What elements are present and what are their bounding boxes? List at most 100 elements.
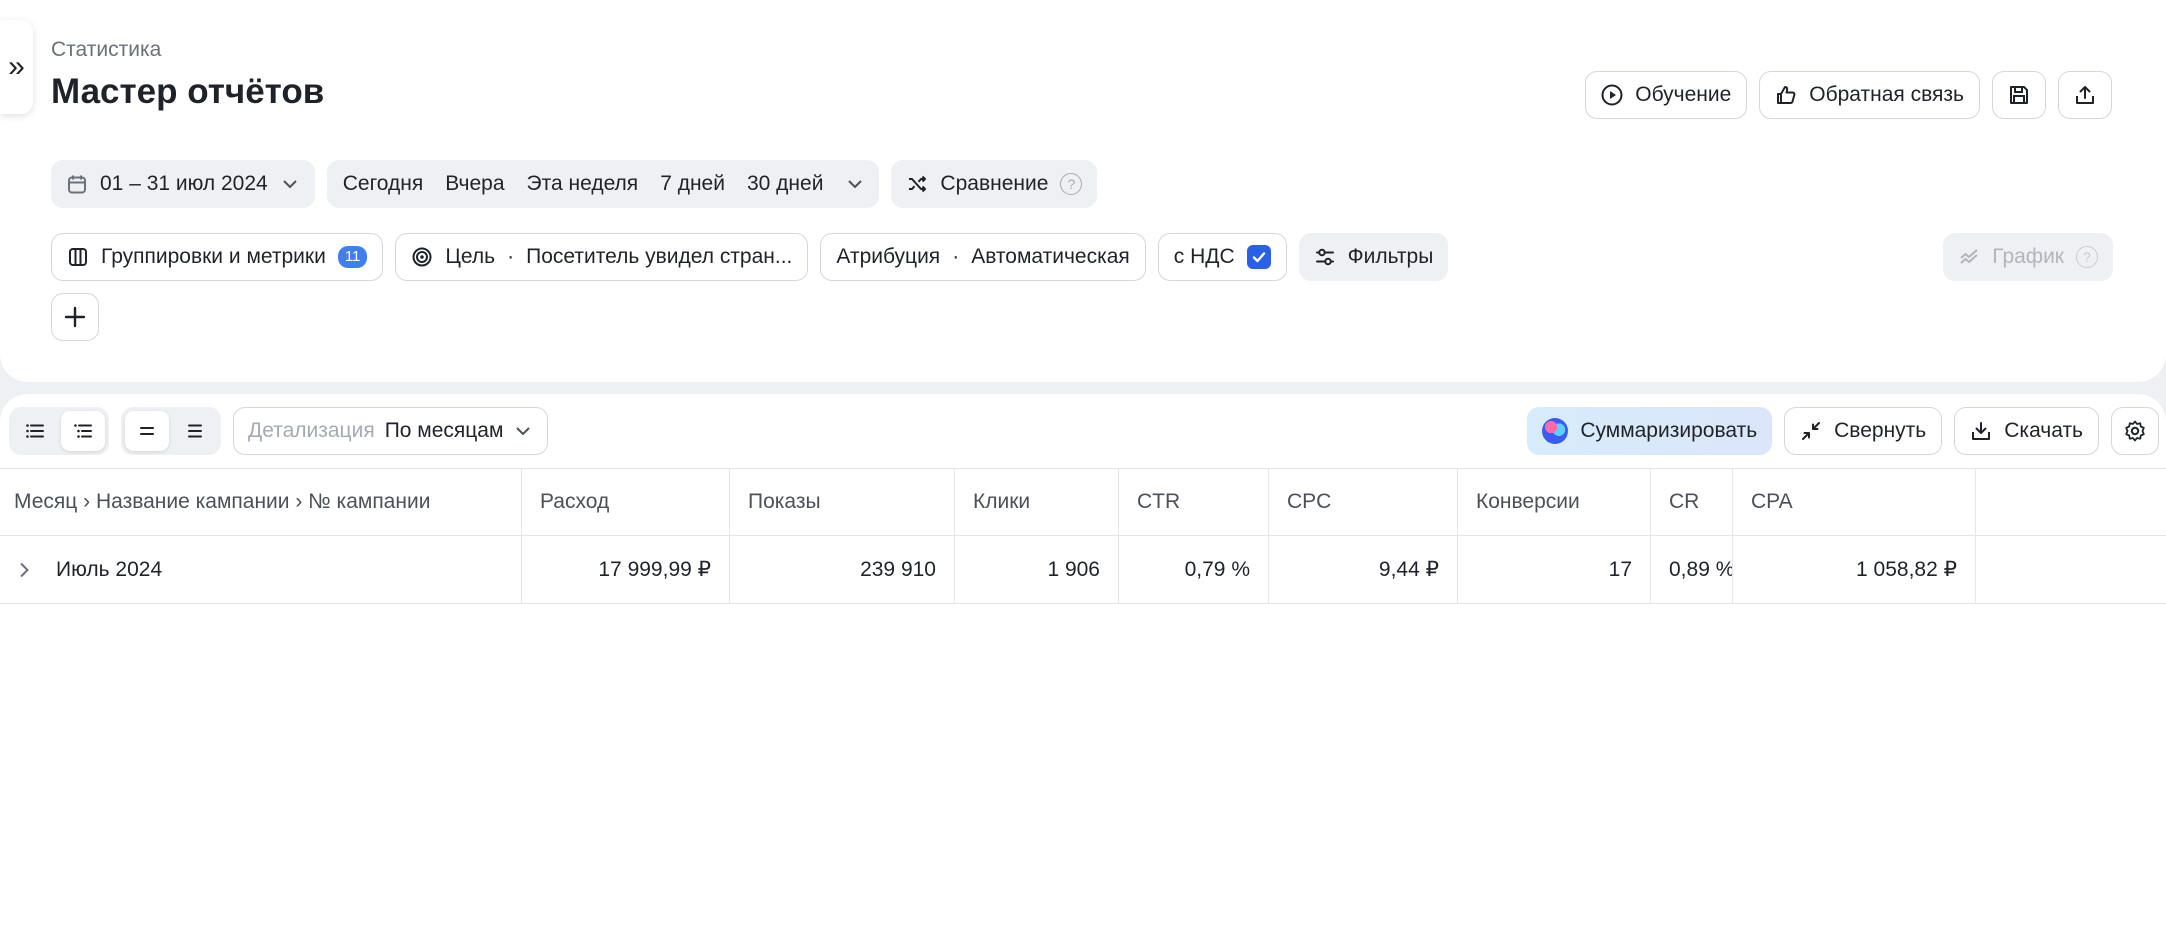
column-header-ctr[interactable]: CTR — [1119, 469, 1269, 535]
column-header-cr[interactable]: CR — [1651, 469, 1733, 535]
groupings-count-badge: 11 — [337, 246, 368, 268]
table-row: Июль 2024 17 999,99 ₽ 239 910 1 906 0,79… — [0, 536, 2166, 604]
column-header-spend[interactable]: Расход — [522, 469, 730, 535]
expand-row-button[interactable] — [14, 560, 34, 580]
detail-value: По месяцам — [384, 419, 504, 442]
column-header-cpc[interactable]: CPC — [1269, 469, 1458, 535]
table-toolbar-right: Суммаризировать Свернуть Скачать — [1527, 407, 2159, 455]
menu-lines-icon — [188, 424, 202, 438]
column-header-cpa[interactable]: CPA — [1733, 469, 1976, 535]
nested-list-icon — [74, 424, 92, 438]
report-table-panel: Детализация По месяцам Суммаризировать С… — [0, 394, 2166, 926]
header-actions: Обучение Обратная связь — [1585, 71, 2112, 119]
share-button[interactable] — [2058, 71, 2112, 119]
impressions-cell: 239 910 — [730, 536, 955, 603]
separator-dot: · — [952, 245, 960, 268]
columns-icon — [69, 248, 87, 266]
graph-button[interactable]: График ? — [1943, 233, 2113, 281]
column-header-grouping[interactable]: Месяц › Название кампании › № кампании — [0, 469, 522, 535]
feedback-button[interactable]: Обратная связь — [1759, 71, 1980, 119]
calendar-icon — [68, 175, 86, 194]
plus-icon — [64, 306, 86, 328]
summarize-button[interactable]: Суммаризировать — [1527, 407, 1773, 455]
comparison-label: Сравнение — [940, 172, 1049, 195]
filters-label: Фильтры — [1347, 245, 1434, 268]
help-icon[interactable]: ? — [2076, 246, 2098, 268]
cpa-cell: 1 058,82 ₽ — [1733, 536, 1976, 603]
date-range-picker[interactable]: 01 – 31 июл 2024 — [51, 160, 315, 208]
empty-cell — [1976, 536, 2166, 603]
play-circle-icon — [1601, 84, 1623, 106]
goal-selector[interactable]: Цель · Посетитель увидел стран... — [395, 233, 809, 281]
filters-button[interactable]: Фильтры — [1298, 233, 1449, 281]
column-header-impressions[interactable]: Показы — [730, 469, 955, 535]
column-header-conversions[interactable]: Конверсии — [1458, 469, 1651, 535]
save-report-button[interactable] — [1992, 71, 2046, 119]
grouping-cell: Июль 2024 — [0, 536, 522, 603]
density-switch — [121, 407, 221, 455]
checkmark-icon — [1252, 252, 1265, 263]
chart-icon — [1960, 249, 1978, 264]
chevron-down-icon[interactable] — [845, 174, 865, 194]
vat-toggle[interactable]: с НДС — [1157, 233, 1287, 281]
comfortable-density-button[interactable] — [173, 411, 217, 451]
attribution-selector[interactable]: Атрибуция · Автоматическая — [820, 233, 1146, 281]
collapse-label: Свернуть — [1834, 419, 1927, 442]
tree-list-view-button[interactable] — [61, 411, 105, 451]
preset-this-week[interactable]: Эта неделя — [527, 172, 639, 196]
month-label: Июль 2024 — [56, 557, 163, 581]
vat-checkbox[interactable] — [1246, 245, 1271, 269]
flat-list-view-button[interactable] — [13, 411, 57, 451]
download-icon — [1972, 422, 1991, 440]
date-range-value: 01 – 31 июл 2024 — [100, 172, 268, 195]
table-toolbar-left: Детализация По месяцам — [9, 407, 549, 455]
target-icon — [412, 247, 432, 267]
ctr-cell: 0,79 % — [1119, 536, 1269, 603]
floppy-disk-icon — [2010, 86, 2028, 104]
table-settings-button[interactable] — [2111, 407, 2159, 455]
attribution-value: Автоматическая — [971, 245, 1130, 268]
learning-label: Обучение — [1635, 83, 1732, 106]
sliders-icon — [1315, 248, 1334, 266]
clicks-cell: 1 906 — [955, 536, 1119, 603]
learning-button[interactable]: Обучение — [1585, 71, 1748, 119]
feedback-label: Обратная связь — [1809, 83, 1964, 106]
download-button[interactable]: Скачать — [1954, 407, 2099, 455]
gear-icon — [2125, 420, 2145, 442]
vat-label: с НДС — [1173, 245, 1235, 268]
view-mode-switch — [9, 407, 109, 455]
add-button[interactable] — [51, 293, 99, 341]
column-header-clicks[interactable]: Клики — [955, 469, 1119, 535]
double-chevron-right-icon: » — [8, 50, 25, 83]
preset-yesterday[interactable]: Вчера — [445, 172, 504, 196]
date-controls-row: 01 – 31 июл 2024 Сегодня Вчера Эта недел… — [51, 160, 1098, 208]
collapse-button[interactable]: Свернуть — [1784, 407, 1943, 455]
report-settings-panel: » Статистика Мастер отчётов Обучение Обр… — [0, 0, 2166, 382]
help-icon[interactable]: ? — [1060, 173, 1083, 195]
detail-select[interactable]: Детализация По месяцам — [233, 407, 549, 455]
thumbs-up-icon — [1777, 86, 1796, 104]
goal-label: Цель — [445, 245, 496, 268]
spend-cell: 17 999,99 ₽ — [522, 536, 730, 603]
breadcrumb[interactable]: Статистика — [51, 38, 161, 62]
goal-value: Посетитель увидел стран... — [526, 245, 793, 268]
compact-density-button[interactable] — [125, 411, 169, 451]
report-table: Месяц › Название кампании › № кампании Р… — [0, 468, 2166, 604]
summarize-label: Суммаризировать — [1580, 419, 1758, 442]
chevron-down-icon — [283, 180, 297, 189]
preset-30-days[interactable]: 30 дней — [747, 172, 823, 196]
groupings-label: Группировки и метрики — [101, 245, 326, 268]
comparison-button[interactable]: Сравнение ? — [891, 160, 1098, 208]
detail-label: Детализация — [248, 419, 375, 442]
chevron-right-icon — [20, 562, 29, 577]
preset-today[interactable]: Сегодня — [343, 172, 423, 196]
chevron-down-icon — [516, 427, 531, 436]
expand-sidebar-button[interactable]: » — [0, 20, 33, 114]
report-params-row: Группировки и метрики 11 Цель · Посетите… — [51, 233, 1449, 281]
preset-7-days[interactable]: 7 дней — [660, 172, 725, 196]
equals-icon — [140, 427, 154, 435]
cr-cell: 0,89 % — [1651, 536, 1733, 603]
download-label: Скачать — [2004, 419, 2083, 442]
groupings-metrics-button[interactable]: Группировки и метрики 11 — [51, 233, 384, 281]
conversions-cell: 17 — [1458, 536, 1651, 603]
